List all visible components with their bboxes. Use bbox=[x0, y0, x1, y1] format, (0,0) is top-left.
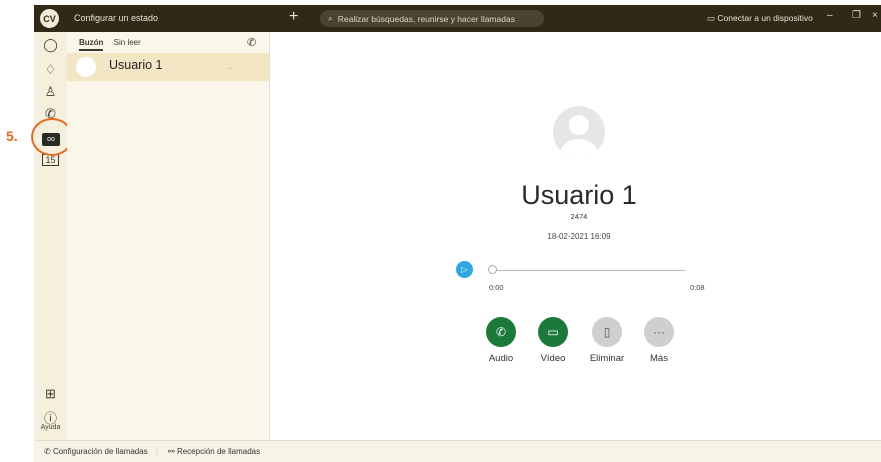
phone-icon: ✆ bbox=[495, 325, 507, 339]
close-button[interactable]: × bbox=[872, 10, 878, 21]
total-time: 0:08 bbox=[690, 283, 705, 292]
search-input[interactable]: ⌕ Realizar búsquedas, reunirse y hacer l… bbox=[320, 10, 544, 27]
calendar-icon[interactable]: 15 bbox=[34, 154, 67, 166]
connect-device-button[interactable]: ▭ Conectar a un dispositivo bbox=[707, 13, 813, 24]
apps-grid-icon[interactable]: ⊞ bbox=[34, 386, 67, 402]
bell-icon[interactable]: ♢ bbox=[34, 62, 67, 78]
search-placeholder: Realizar búsquedas, reunirse y hacer lla… bbox=[337, 13, 515, 24]
playback-thumb[interactable] bbox=[488, 265, 497, 274]
call-settings-icon: ✆ bbox=[44, 447, 53, 456]
title-bar: CV Configurar un estado + ⌕ Realizar bús… bbox=[34, 5, 881, 32]
user-avatar[interactable]: CV bbox=[40, 9, 59, 28]
video-camera-icon: ▭ bbox=[547, 325, 559, 339]
restore-button[interactable]: ❐ bbox=[852, 10, 861, 21]
more-icon: ··· bbox=[653, 325, 665, 339]
search-icon: ⌕ bbox=[328, 13, 333, 23]
contacts-icon[interactable]: ♙ bbox=[34, 84, 67, 100]
list-item-name: Usuario 1 bbox=[109, 58, 163, 72]
list-item-meta-icon: ··· bbox=[227, 66, 233, 72]
screen-icon: ▭ bbox=[707, 13, 718, 23]
call-pickup-label: Recepción de llamadas bbox=[176, 447, 261, 456]
audio-call-button[interactable]: ✆ bbox=[486, 317, 516, 347]
tab-unread[interactable]: Sin leer bbox=[114, 38, 141, 49]
new-item-button[interactable]: + bbox=[289, 8, 298, 26]
left-nav: ◯ ♢ ♙ ✆ oo 15 ⊞ ⓘ Ayuda bbox=[34, 32, 67, 440]
list-tabs: Buzón Sin leer bbox=[79, 38, 149, 51]
connect-device-label: Conectar a un dispositivo bbox=[717, 13, 813, 23]
trash-icon: ▯ bbox=[603, 325, 611, 339]
step-number: 5. bbox=[6, 128, 18, 144]
avatar bbox=[76, 57, 96, 77]
list-item[interactable]: Usuario 1 ··· bbox=[67, 53, 269, 81]
caller-name: Usuario 1 bbox=[521, 180, 637, 210]
more-button[interactable]: ··· bbox=[644, 317, 674, 347]
minimize-button[interactable]: – bbox=[827, 10, 833, 21]
call-settings-button[interactable]: ✆ Configuración de llamadas bbox=[44, 447, 148, 456]
call-voicemail-icon[interactable]: ✆ bbox=[247, 36, 256, 49]
caller-number: 2474 bbox=[570, 212, 588, 221]
delete-label: Eliminar bbox=[589, 353, 625, 364]
more-label: Más bbox=[650, 353, 668, 364]
set-status-button[interactable]: Configurar un estado bbox=[74, 13, 158, 23]
video-label: Vídeo bbox=[540, 353, 566, 364]
delete-button[interactable]: ▯ bbox=[592, 317, 622, 347]
help-label: Ayuda bbox=[40, 424, 61, 431]
play-button[interactable]: ▷ bbox=[456, 261, 473, 278]
divider: | bbox=[156, 447, 159, 456]
contact-avatar bbox=[553, 106, 605, 158]
playback-track[interactable] bbox=[490, 270, 685, 271]
play-icon: ▷ bbox=[461, 265, 468, 274]
voicemail-date: 18-02-2021 16:09 bbox=[547, 232, 611, 241]
audio-label: Audio bbox=[488, 353, 514, 364]
elapsed-time: 0:00 bbox=[489, 283, 504, 292]
tab-inbox[interactable]: Buzón bbox=[79, 38, 104, 51]
call-pickup-button[interactable]: ⚯ Recepción de llamadas bbox=[168, 447, 260, 456]
video-call-button[interactable]: ▭ bbox=[538, 317, 568, 347]
call-settings-label: Configuración de llamadas bbox=[52, 447, 148, 456]
bottom-bar: ✆ Configuración de llamadas | ⚯ Recepció… bbox=[34, 440, 881, 462]
call-pickup-icon: ⚯ bbox=[168, 447, 177, 456]
chat-icon[interactable]: ◯ bbox=[34, 37, 67, 53]
voicemail-list-pane: Buzón Sin leer ✆ Usuario 1 ··· bbox=[67, 32, 270, 440]
